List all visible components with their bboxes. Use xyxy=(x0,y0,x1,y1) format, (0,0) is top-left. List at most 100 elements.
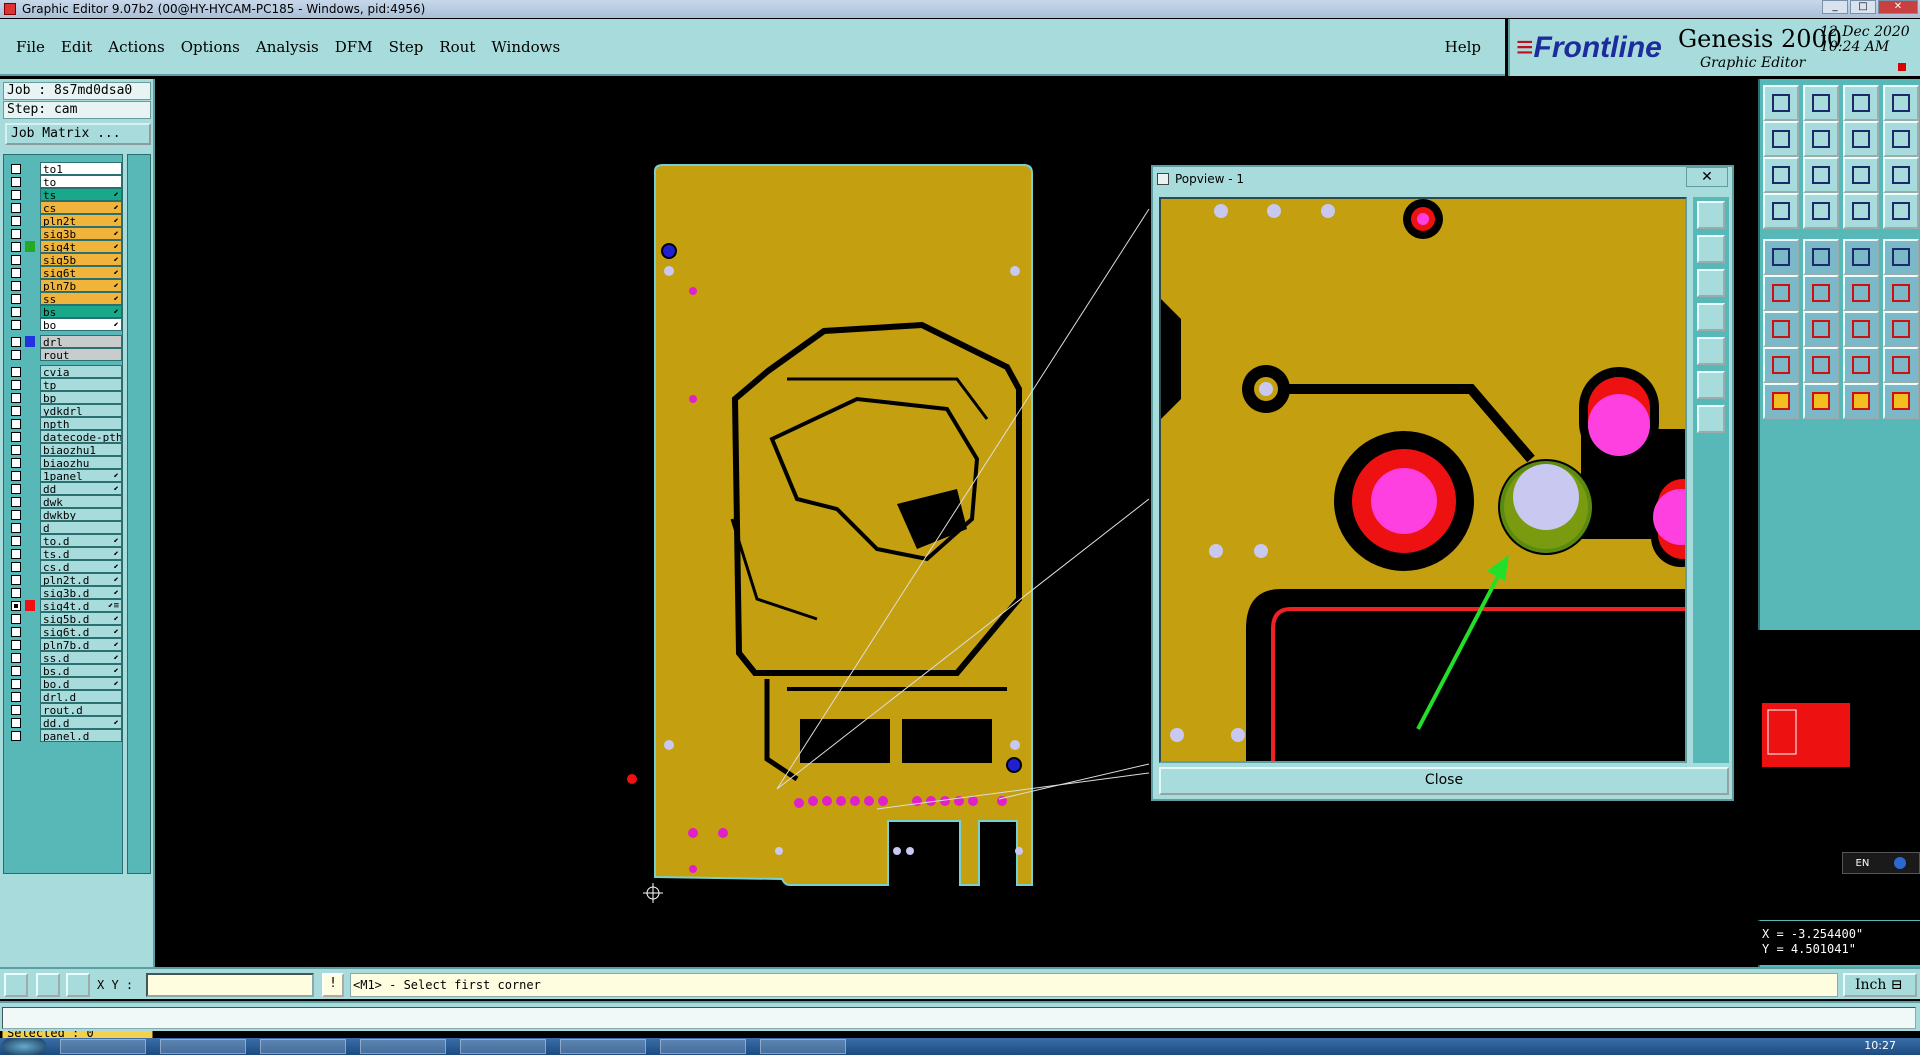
popview-tool-6-icon[interactable] xyxy=(1697,371,1725,399)
view-tool-icon[interactable] xyxy=(1763,193,1799,229)
layer-color-swatch[interactable] xyxy=(25,665,35,676)
command-toggle-button[interactable]: ! xyxy=(322,973,344,997)
zoom-out-tool-icon[interactable] xyxy=(1883,85,1919,121)
layer-checkbox[interactable] xyxy=(11,574,21,585)
pad-tool-icon[interactable] xyxy=(1763,275,1799,311)
layer-checkbox[interactable] xyxy=(11,163,21,174)
route-tool-icon[interactable] xyxy=(1803,311,1839,347)
layer-checkbox[interactable] xyxy=(11,535,21,546)
layer-color-swatch[interactable] xyxy=(25,418,35,429)
layer-checkbox[interactable] xyxy=(11,228,21,239)
layer-color-swatch[interactable] xyxy=(25,509,35,520)
layer-color-swatch[interactable] xyxy=(25,678,35,689)
turn-tool-icon[interactable] xyxy=(1843,383,1879,419)
popview-tool-2-icon[interactable] xyxy=(1697,235,1725,263)
layer-color-swatch[interactable] xyxy=(25,626,35,637)
polygon-tool-icon[interactable] xyxy=(1843,311,1879,347)
dot-tool-icon[interactable] xyxy=(1883,239,1919,275)
layer-color-swatch[interactable] xyxy=(25,652,35,663)
lock-tool-icon[interactable] xyxy=(1763,239,1799,275)
popview-tool-4-icon[interactable] xyxy=(1697,303,1725,331)
layer-color-swatch[interactable] xyxy=(25,444,35,455)
layer-checkbox[interactable] xyxy=(11,366,21,377)
layer-color-swatch[interactable] xyxy=(25,691,35,702)
taskbar-item[interactable] xyxy=(60,1039,146,1054)
layer-color-swatch[interactable] xyxy=(25,600,35,611)
layer-checkbox[interactable] xyxy=(11,293,21,304)
menu-edit[interactable]: Edit xyxy=(53,38,100,56)
zoom-in-tool-icon[interactable] xyxy=(1803,85,1839,121)
layer-scrollbar[interactable] xyxy=(127,154,151,874)
layers-tool-icon[interactable] xyxy=(1843,193,1879,229)
question-tool-icon[interactable] xyxy=(1883,157,1919,193)
layer-checkbox[interactable] xyxy=(11,254,21,265)
layer-checkbox[interactable] xyxy=(11,392,21,403)
layer-checkbox[interactable] xyxy=(11,548,21,559)
bend-tool-icon[interactable] xyxy=(1803,383,1839,419)
language-indicator[interactable]: EN xyxy=(1842,852,1920,874)
layer-color-swatch[interactable] xyxy=(25,241,35,252)
home-tool-icon[interactable] xyxy=(1763,85,1799,121)
layer-checkbox[interactable] xyxy=(11,189,21,200)
menu-rout[interactable]: Rout xyxy=(431,38,483,56)
layer-color-swatch[interactable] xyxy=(25,366,35,377)
layer-row-rout[interactable]: rout xyxy=(4,347,124,362)
snap-icon[interactable] xyxy=(4,973,28,997)
layer-checkbox[interactable] xyxy=(11,349,21,360)
layer-checkbox[interactable] xyxy=(11,652,21,663)
scale-tool-icon[interactable] xyxy=(1843,157,1879,193)
layer-color-swatch[interactable] xyxy=(25,639,35,650)
pointer-tool-icon[interactable] xyxy=(1883,383,1919,419)
layer-checkbox[interactable] xyxy=(11,241,21,252)
layer-checkbox[interactable] xyxy=(11,470,21,481)
layer-color-swatch[interactable] xyxy=(25,496,35,507)
taskbar-item[interactable] xyxy=(260,1039,346,1054)
layer-color-swatch[interactable] xyxy=(25,613,35,624)
move-tool-icon[interactable] xyxy=(1803,121,1839,157)
layer-color-swatch[interactable] xyxy=(25,293,35,304)
measure-icon[interactable] xyxy=(36,973,60,997)
step-tool-icon[interactable] xyxy=(1763,121,1799,157)
layer-checkbox[interactable] xyxy=(11,306,21,317)
layer-color-swatch[interactable] xyxy=(25,306,35,317)
arrow-tool-icon[interactable] xyxy=(1843,347,1879,383)
layer-checkbox[interactable] xyxy=(11,379,21,390)
taskbar-item[interactable] xyxy=(660,1039,746,1054)
layer-checkbox[interactable] xyxy=(11,176,21,187)
layer-checkbox[interactable] xyxy=(11,600,21,611)
layer-checkbox[interactable] xyxy=(11,509,21,520)
layer-checkbox[interactable] xyxy=(11,336,21,347)
menu-actions[interactable]: Actions xyxy=(100,38,172,56)
maximize-button[interactable]: □ xyxy=(1850,0,1876,14)
taskbar-item[interactable] xyxy=(760,1039,846,1054)
arc-tool-icon[interactable] xyxy=(1763,311,1799,347)
layer-color-swatch[interactable] xyxy=(25,431,35,442)
layer-checkbox[interactable] xyxy=(11,202,21,213)
select-tool-icon[interactable] xyxy=(1763,347,1799,383)
layer-checkbox[interactable] xyxy=(11,665,21,676)
layer-checkbox[interactable] xyxy=(11,496,21,507)
draw-tool-icon[interactable] xyxy=(1803,239,1839,275)
layer-row-panel-d[interactable]: panel.d xyxy=(4,728,124,743)
layer-color-swatch[interactable] xyxy=(25,548,35,559)
grid-tool-icon[interactable] xyxy=(1803,193,1839,229)
help-icon[interactable] xyxy=(1894,857,1907,869)
layer-color-swatch[interactable] xyxy=(25,228,35,239)
pan-tool-icon[interactable] xyxy=(1803,157,1839,193)
popview-canvas[interactable] xyxy=(1159,197,1687,763)
layer-color-swatch[interactable] xyxy=(25,319,35,330)
layer-color-swatch[interactable] xyxy=(25,392,35,403)
popview-tool-1-icon[interactable] xyxy=(1697,201,1725,229)
layer-color-swatch[interactable] xyxy=(25,215,35,226)
taskbar-item[interactable] xyxy=(460,1039,546,1054)
arrow-blue-tool-icon[interactable] xyxy=(1763,383,1799,419)
layer-color-swatch[interactable] xyxy=(25,176,35,187)
layer-color-swatch[interactable] xyxy=(25,254,35,265)
layer-checkbox[interactable] xyxy=(11,613,21,624)
line-tool-icon[interactable] xyxy=(1843,275,1879,311)
layer-color-swatch[interactable] xyxy=(25,202,35,213)
layer-color-swatch[interactable] xyxy=(25,561,35,572)
taskbar-item[interactable] xyxy=(560,1039,646,1054)
layer-color-swatch[interactable] xyxy=(25,522,35,533)
popview-tool-5-icon[interactable] xyxy=(1697,337,1725,365)
